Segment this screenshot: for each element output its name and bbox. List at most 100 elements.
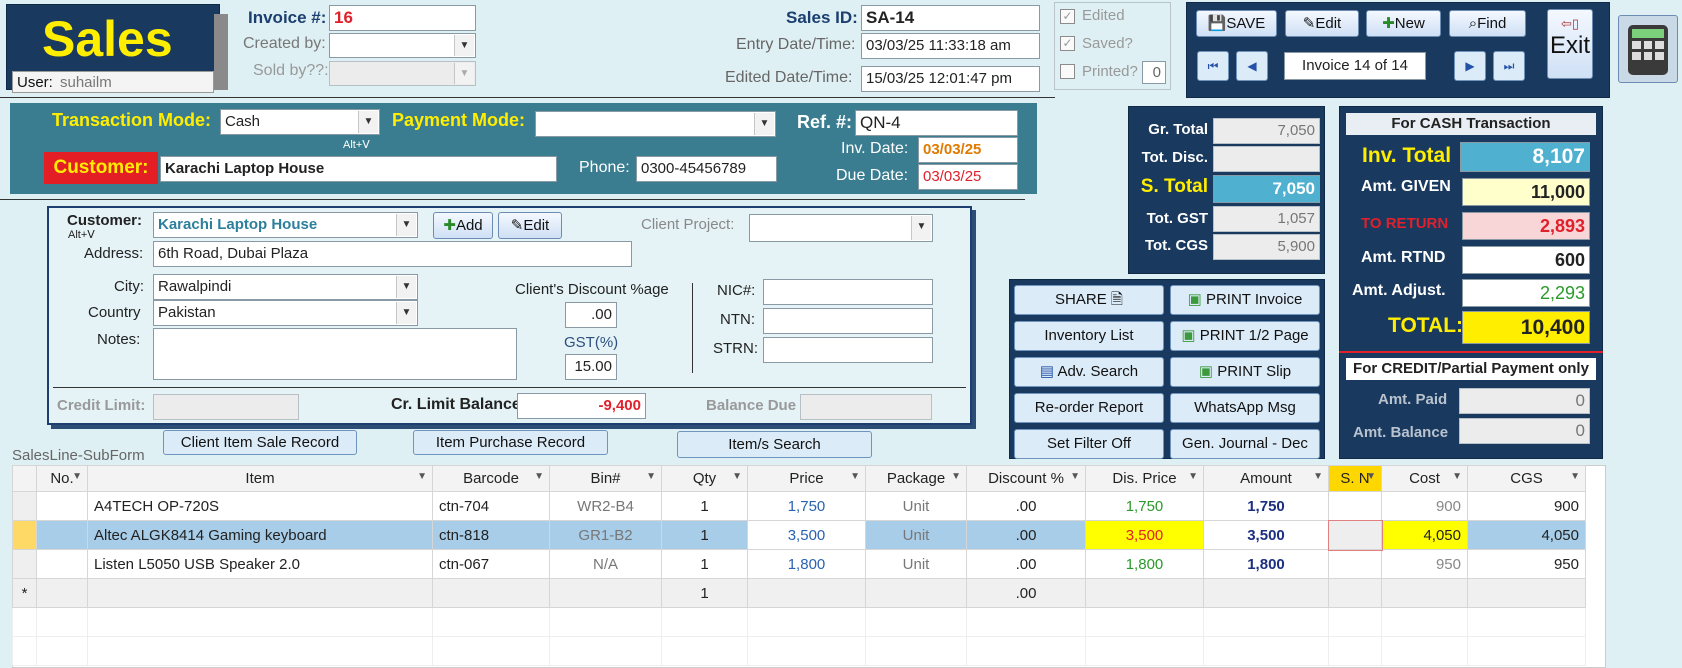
cell-bin[interactable]: GR1-B2 [549,520,662,550]
cell-qty[interactable]: 1 [661,578,748,608]
print-slip-button[interactable]: ▣ PRINT Slip [1170,357,1320,387]
cell-amount[interactable]: 1,750 [1203,491,1329,521]
cell-bin[interactable] [549,578,662,608]
entry-datetime-field[interactable]: 03/03/25 11:33:18 am [861,33,1040,59]
column-header-sn[interactable]: S. N ▼ [1328,465,1382,492]
column-header-dis-price[interactable]: Dis. Price ▼ [1085,465,1204,492]
dropdown-arrow-icon[interactable]: ▼ [1570,471,1580,482]
dropdown-arrow-icon[interactable]: ▼ [951,471,961,482]
dropdown-arrow-icon[interactable]: ▼ [534,471,544,482]
cell-barcode[interactable] [432,578,550,608]
edited-checkbox[interactable]: ✓ [1060,9,1075,24]
chevron-down-icon[interactable]: ▼ [911,216,931,240]
dropdown-arrow-icon[interactable]: ▼ [1188,471,1198,482]
chevron-down-icon[interactable]: ▼ [358,111,378,133]
cell-price[interactable]: 1,750 [747,491,866,521]
column-header-qty[interactable]: Qty ▼ [661,465,748,492]
cell-discount[interactable]: .00 [966,578,1086,608]
cell-item[interactable]: Altec ALGK8414 Gaming keyboard [87,520,433,550]
find-button[interactable]: ⌕Find [1449,10,1526,37]
cell-price[interactable]: 3,500 [747,520,866,550]
dropdown-arrow-icon[interactable]: ▼ [732,471,742,482]
table-row[interactable]: A4TECH OP-720S ctn-704 WR2-B4 1 1,750 Un… [12,491,1586,521]
credit-limit-field[interactable] [153,394,299,420]
cell-barcode[interactable]: ctn-704 [432,491,550,521]
cr-limit-balance-field[interactable]: -9,400 [517,393,646,419]
city-select[interactable]: Rawalpindi ▼ [153,274,418,300]
cell-discount[interactable]: .00 [966,520,1086,550]
cell-package[interactable] [865,578,967,608]
cell-item[interactable]: A4TECH OP-720S [87,491,433,521]
dropdown-arrow-icon[interactable]: ▼ [417,471,427,482]
cell-cgs[interactable]: 4,050 [1467,520,1586,550]
gen-journal-button[interactable]: Gen. Journal - Dec [1170,429,1320,459]
country-select[interactable]: Pakistan ▼ [153,300,418,326]
edit-button[interactable]: ✎Edit [1285,10,1359,37]
last-record-button[interactable]: ⏭ [1493,51,1525,81]
save-button[interactable]: 💾SAVE [1196,10,1277,37]
print-half-page-button[interactable]: ▣ PRINT 1/2 Page [1170,321,1320,351]
notes-field[interactable] [153,328,517,380]
column-header-cgs[interactable]: CGS ▼ [1467,465,1586,492]
client-item-sale-record-button[interactable]: Client Item Sale Record [163,430,357,455]
transaction-mode-select[interactable]: Cash ▼ [220,109,380,135]
chevron-down-icon[interactable]: ▼ [754,113,774,135]
dropdown-arrow-icon[interactable]: ▼ [646,471,656,482]
column-header-amount[interactable]: Amount ▼ [1203,465,1329,492]
cell-amount[interactable]: 1,800 [1203,549,1329,579]
sales-id-field[interactable]: SA-14 [861,5,1040,31]
share-button[interactable]: SHARE 🗎 [1014,285,1164,315]
gst-field[interactable]: 15.00 [565,354,617,380]
discount-field[interactable]: .00 [565,302,617,328]
column-header-item[interactable]: Item ▼ [87,465,433,492]
cell-price[interactable] [747,578,866,608]
cell-cost[interactable]: 900 [1381,491,1468,521]
column-header-barcode[interactable]: Barcode ▼ [432,465,550,492]
adv-search-button[interactable]: ▤ Adv. Search [1014,357,1164,387]
cell-dis-price[interactable] [1085,578,1204,608]
new-record-row[interactable]: * 1 .00 [12,578,1586,608]
whatsapp-msg-button[interactable]: WhatsApp Msg [1170,393,1320,423]
saved-checkbox[interactable]: ✓ [1060,36,1075,51]
cell-cgs[interactable] [1467,578,1586,608]
sold-by-select[interactable]: ▼ [329,61,476,86]
ref-field[interactable]: QN-4 [855,110,1018,136]
cell-package[interactable]: Unit [865,520,967,550]
chevron-down-icon[interactable]: ▼ [396,302,416,324]
dropdown-arrow-icon[interactable]: ▼ [72,471,82,482]
table-row[interactable]: Listen L5050 USB Speaker 2.0 ctn-067 N/A… [12,549,1586,579]
calculator-button[interactable] [1618,15,1678,83]
dropdown-arrow-icon[interactable]: ▼ [1313,471,1323,482]
cell-no[interactable] [36,520,88,550]
chevron-down-icon[interactable]: ▼ [454,35,474,56]
payment-mode-select[interactable]: ▼ [535,111,776,137]
chevron-down-icon[interactable]: ▼ [396,276,416,298]
cell-dis-price[interactable]: 1,800 [1085,549,1204,579]
address-field[interactable]: 6th Road, Dubai Plaza [153,241,632,267]
inventory-list-button[interactable]: Inventory List [1014,321,1164,351]
cell-no[interactable] [36,491,88,521]
cell-cost[interactable]: 4,050 [1381,520,1468,550]
cell-item[interactable]: Listen L5050 USB Speaker 2.0 [87,549,433,579]
row-selector[interactable] [12,520,37,550]
cell-no[interactable] [36,549,88,579]
amt-given-field[interactable]: 11,000 [1462,178,1590,206]
cell-sn[interactable] [1328,549,1382,579]
cell-dis-price[interactable]: 1,750 [1085,491,1204,521]
chevron-down-icon[interactable]: ▼ [396,214,416,236]
created-by-select[interactable]: ▼ [329,33,476,58]
cell-no[interactable] [36,578,88,608]
cell-sn[interactable] [1328,491,1382,521]
customer-select[interactable]: Karachi Laptop House ▼ [153,212,418,238]
edited-datetime-field[interactable]: 15/03/25 12:01:47 pm [861,66,1040,92]
next-record-button[interactable]: ▶ [1454,51,1486,81]
strn-field[interactable] [763,337,933,363]
cell-qty[interactable]: 1 [661,520,748,550]
new-button[interactable]: ✚New [1366,10,1441,37]
add-customer-button[interactable]: ✚Add [433,212,493,239]
printed-checkbox[interactable] [1060,64,1075,79]
dropdown-arrow-icon[interactable]: ▼ [1070,471,1080,482]
cell-amount[interactable]: 3,500 [1203,520,1329,550]
print-invoice-button[interactable]: ▣ PRINT Invoice [1170,285,1320,315]
cell-amount[interactable] [1203,578,1329,608]
